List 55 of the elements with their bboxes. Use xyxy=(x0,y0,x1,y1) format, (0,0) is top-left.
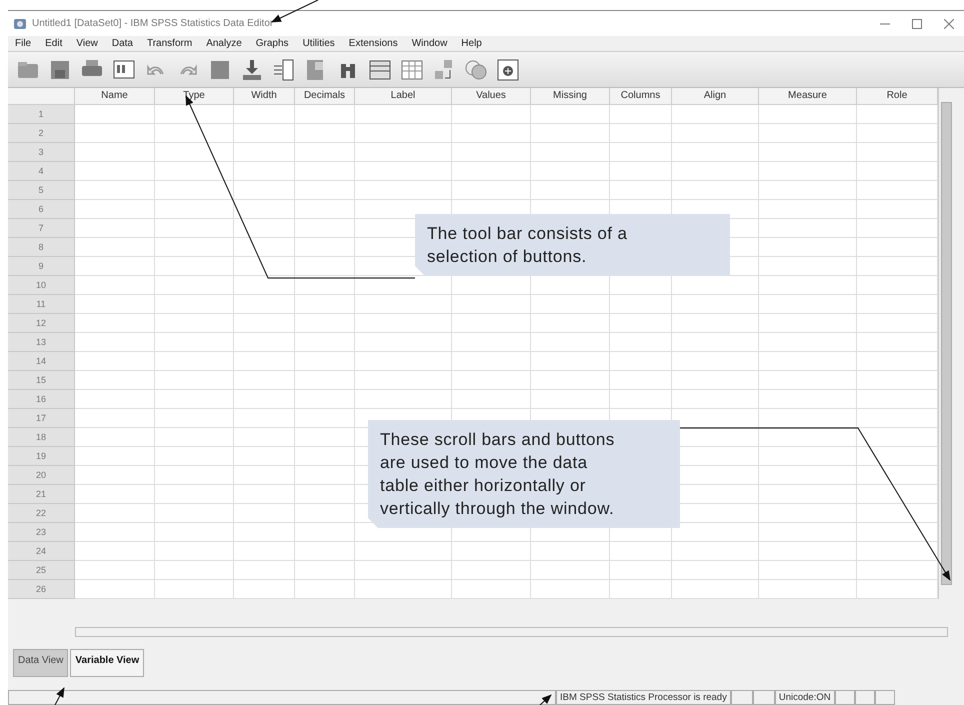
menu-item[interactable]: Window xyxy=(404,36,454,51)
menu-item[interactable]: View xyxy=(69,36,105,51)
column-header[interactable]: Role xyxy=(857,88,938,105)
row-number[interactable]: 13 xyxy=(8,333,75,352)
row-number[interactable]: 3 xyxy=(8,143,75,162)
menu-item[interactable]: Help xyxy=(454,36,489,51)
row-number[interactable]: 19 xyxy=(8,447,75,466)
row-number[interactable]: 8 xyxy=(8,238,75,257)
column-header[interactable]: Width xyxy=(234,88,295,105)
window-title: Untitled1 [DataSet0] - IBM SPSS Statistics Data Editor xyxy=(32,17,274,31)
callout-tooltip: These scroll bars and buttons are used to move the data table either horizontally or vertically through the window. xyxy=(368,420,680,528)
view-tab[interactable]: Variable View xyxy=(70,649,144,677)
row-number[interactable]: 21 xyxy=(8,485,75,504)
menu-item[interactable]: Utilities xyxy=(296,36,342,51)
callout-tooltip: The tool bar consists of a selection of buttons. xyxy=(415,214,730,276)
row-number[interactable]: 6 xyxy=(8,200,75,219)
column-header[interactable]: Decimals xyxy=(295,88,355,105)
column-header[interactable]: Type xyxy=(155,88,234,105)
column-header[interactable]: Values xyxy=(452,88,531,105)
row-number[interactable]: 25 xyxy=(8,561,75,580)
row-number[interactable]: 9 xyxy=(8,257,75,276)
column-header[interactable]: Missing xyxy=(531,88,610,105)
row-number[interactable]: 15 xyxy=(8,371,75,390)
menu-item[interactable]: Data xyxy=(104,36,140,51)
row-number[interactable]: 20 xyxy=(8,466,75,485)
row-number[interactable]: 7 xyxy=(8,219,75,238)
row-number[interactable]: 26 xyxy=(8,580,75,599)
menu-item[interactable]: Extensions xyxy=(342,36,405,51)
status-text: Unicode:ON xyxy=(774,690,835,705)
row-number[interactable]: 11 xyxy=(8,295,75,314)
status-text: IBM SPSS Statistics Processor is ready xyxy=(556,690,731,705)
row-number[interactable]: 4 xyxy=(8,162,75,181)
row-number[interactable]: 22 xyxy=(8,504,75,523)
row-number[interactable]: 5 xyxy=(8,181,75,200)
column-header[interactable]: Name xyxy=(75,88,155,105)
column-header[interactable]: Measure xyxy=(759,88,857,105)
row-number[interactable]: 23 xyxy=(8,523,75,542)
row-number[interactable]: 16 xyxy=(8,390,75,409)
menu-item[interactable]: File xyxy=(8,36,38,51)
column-header[interactable]: Label xyxy=(355,88,452,105)
row-number[interactable]: 10 xyxy=(8,276,75,295)
row-number[interactable]: 1 xyxy=(8,105,75,124)
view-tab[interactable]: Data View xyxy=(13,649,68,677)
column-header[interactable]: Align xyxy=(672,88,759,105)
menu-item[interactable]: Transform xyxy=(140,36,200,51)
menu-item[interactable]: Analyze xyxy=(199,36,249,51)
menu-item[interactable]: Graphs xyxy=(248,36,296,51)
row-number[interactable]: 12 xyxy=(8,314,75,333)
row-number[interactable]: 2 xyxy=(8,124,75,143)
row-number[interactable]: 18 xyxy=(8,428,75,447)
row-number[interactable]: 14 xyxy=(8,352,75,371)
column-header[interactable]: Columns xyxy=(610,88,672,105)
row-number[interactable]: 24 xyxy=(8,542,75,561)
row-number[interactable]: 17 xyxy=(8,409,75,428)
menu-item[interactable]: Edit xyxy=(38,36,70,51)
